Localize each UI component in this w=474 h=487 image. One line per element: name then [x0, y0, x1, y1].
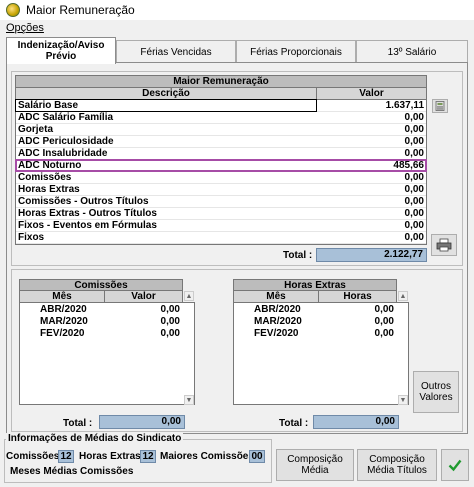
- horas-extras-total-value: 0,00: [313, 415, 399, 429]
- main-grid-row[interactable]: ADC Salário Família 0,00: [16, 112, 426, 124]
- window-title: Maior Remuneração: [26, 3, 135, 17]
- row-descricao: ADC Periculosidade: [18, 136, 114, 147]
- row-descricao: Horas Extras - Outros Títulos: [18, 208, 157, 219]
- horas-extras-row[interactable]: FEV/2020 0,00: [234, 327, 398, 339]
- row-descricao: ADC Noturno: [18, 160, 82, 171]
- row-horas: 0,00: [374, 303, 394, 315]
- sindicato-horas-extras-value: 12: [140, 450, 156, 463]
- row-valor: 0,00: [160, 327, 180, 339]
- calculator-button[interactable]: [432, 99, 448, 113]
- row-valor: 0,00: [404, 172, 424, 183]
- sindicato-comissoes-value: 12: [58, 450, 74, 463]
- sindicato-title: Informações de Médias do Sindicato: [6, 433, 184, 444]
- main-grid-row[interactable]: ADC Periculosidade 0,00: [16, 136, 426, 148]
- row-descricao: ADC Insalubridade: [18, 148, 108, 159]
- row-horas: 0,00: [374, 315, 394, 327]
- row-mes: MAR/2020: [40, 315, 88, 327]
- row-valor: 0,00: [404, 148, 424, 159]
- row-descricao: Fixos: [18, 232, 45, 243]
- comissoes-total-label: Total :: [63, 418, 93, 429]
- main-grid-row[interactable]: Horas Extras 0,00: [16, 184, 426, 196]
- horas-extras-scroll-down[interactable]: ▼: [398, 395, 408, 405]
- row-valor: 0,00: [404, 232, 424, 243]
- main-grid-row[interactable]: Fixos - Eventos em Fórmulas 0,00: [16, 220, 426, 232]
- tab-label: Férias Vencidas: [140, 46, 212, 58]
- row-horas: 0,00: [374, 327, 394, 339]
- horas-extras-row[interactable]: ABR/2020 0,00: [234, 303, 398, 315]
- ok-button[interactable]: [441, 449, 469, 481]
- main-grid-row[interactable]: Fixos 0,00: [16, 232, 426, 244]
- row-valor: 0,00: [404, 124, 424, 135]
- row-valor: 0,00: [404, 136, 424, 147]
- row-valor: 0,00: [160, 303, 180, 315]
- outros-valores-button[interactable]: Outros Valores: [413, 371, 459, 413]
- print-button[interactable]: [431, 234, 457, 256]
- tab-panel: Maior Remuneração Descrição Valor Salári…: [6, 62, 468, 434]
- tab-ferias-vencidas[interactable]: Férias Vencidas: [116, 40, 236, 63]
- tab-label: Indenização/Aviso Prévio: [17, 40, 105, 62]
- title-bar: Maior Remuneração: [0, 0, 474, 20]
- row-valor: 0,00: [404, 112, 424, 123]
- tab-label: Férias Proporcionais: [250, 46, 342, 58]
- row-valor: 0,00: [160, 315, 180, 327]
- sindicato-meses-medias-label: Meses Médias Comissões: [10, 466, 134, 477]
- comissoes-scroll-down[interactable]: ▼: [184, 395, 194, 405]
- app-icon: [6, 3, 20, 17]
- comissoes-scroll-up[interactable]: ▲: [184, 291, 194, 301]
- main-grid-row[interactable]: ADC Noturno 485,66: [16, 160, 426, 172]
- horas-extras-total-label: Total :: [279, 418, 309, 429]
- composicao-media-titulos-button[interactable]: Composição Média Títulos: [357, 449, 437, 481]
- row-descricao: Comissões: [18, 172, 72, 183]
- tab-strip: Indenização/Aviso Prévio Férias Vencidas…: [6, 37, 468, 64]
- menu-bar: Opções: [0, 20, 474, 36]
- main-grid-row[interactable]: Horas Extras - Outros Títulos 0,00: [16, 208, 426, 220]
- row-mes: FEV/2020: [254, 327, 299, 339]
- comissoes-total-value: 0,00: [99, 415, 185, 429]
- tab-ferias-proporcionais[interactable]: Férias Proporcionais: [236, 40, 356, 63]
- row-mes: ABR/2020: [254, 303, 301, 315]
- row-descricao: Salário Base: [18, 100, 79, 111]
- menu-opcoes[interactable]: Opções: [6, 22, 44, 34]
- horas-extras-scroll-up[interactable]: ▲: [398, 291, 408, 301]
- main-grid-row[interactable]: Comissões - Outros Títulos 0,00: [16, 196, 426, 208]
- row-mes: ABR/2020: [40, 303, 87, 315]
- main-total-label: Total :: [283, 250, 313, 261]
- row-descricao: Horas Extras: [18, 184, 80, 195]
- main-grid-row[interactable]: Comissões 0,00: [16, 172, 426, 184]
- row-descricao: Comissões - Outros Títulos: [18, 196, 149, 207]
- row-mes: FEV/2020: [40, 327, 85, 339]
- main-total-value: 2.122,77: [316, 248, 427, 262]
- sindicato-horas-extras-label: Horas Extras: [79, 451, 141, 462]
- tab-label: 13º Salário: [387, 46, 437, 58]
- row-valor: 1.637,11: [385, 100, 424, 111]
- row-mes: MAR/2020: [254, 315, 302, 327]
- tab-13-salario[interactable]: 13º Salário: [356, 40, 468, 63]
- sindicato-comissoes-label: Comissões: [6, 451, 60, 462]
- main-grid-row[interactable]: ADC Insalubridade 0,00: [16, 148, 426, 160]
- row-valor: 485,66: [393, 160, 424, 171]
- comissoes-row[interactable]: MAR/2020 0,00: [20, 315, 184, 327]
- comissoes-row[interactable]: ABR/2020 0,00: [20, 303, 184, 315]
- row-valor: 0,00: [404, 184, 424, 195]
- calculator-icon: [435, 101, 445, 111]
- main-grid-row[interactable]: Gorjeta 0,00: [16, 124, 426, 136]
- comissoes-row[interactable]: FEV/2020 0,00: [20, 327, 184, 339]
- main-grid-row[interactable]: Salário Base 1.637,11: [16, 100, 426, 112]
- horas-extras-row[interactable]: MAR/2020 0,00: [234, 315, 398, 327]
- row-valor: 0,00: [404, 196, 424, 207]
- sindicato-maiores-comissoes-label: Maiores Comissões: [160, 451, 254, 462]
- tab-indenizacao-aviso[interactable]: Indenização/Aviso Prévio: [6, 37, 116, 64]
- row-descricao: ADC Salário Família: [18, 112, 114, 123]
- row-descricao: Gorjeta: [18, 124, 54, 135]
- row-valor: 0,00: [404, 220, 424, 231]
- row-valor: 0,00: [404, 208, 424, 219]
- composicao-media-button[interactable]: Composição Média: [276, 449, 354, 481]
- checkmark-icon: [448, 459, 462, 472]
- printer-icon: [436, 238, 452, 252]
- row-descricao: Fixos - Eventos em Fórmulas: [18, 220, 157, 231]
- sindicato-maiores-comissoes-value: 00: [249, 450, 265, 463]
